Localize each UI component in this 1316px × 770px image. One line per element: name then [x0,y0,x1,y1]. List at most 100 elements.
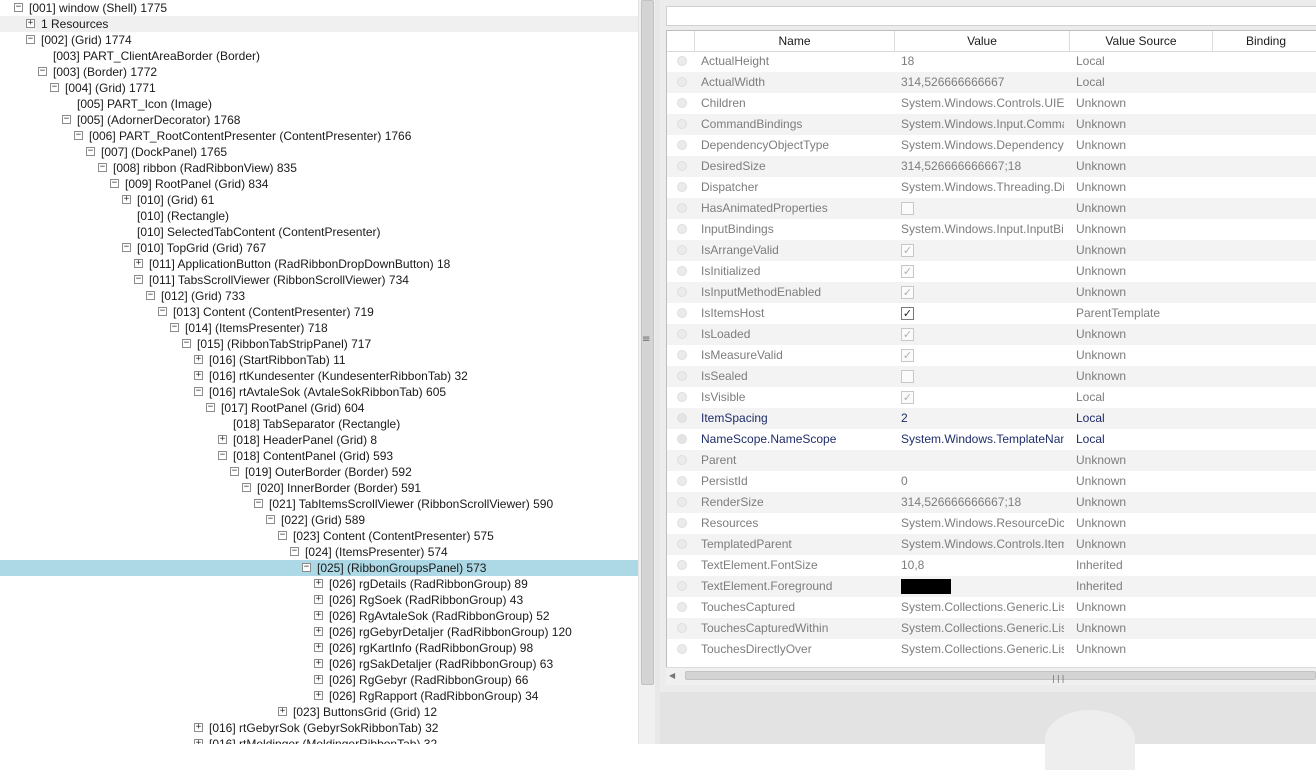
property-value[interactable]: System.Windows.Input.InputBir [901,219,1064,240]
property-row[interactable]: ActualWidth 314,526666666667 Local [667,72,1316,93]
grid-hscroll-thumb[interactable]: ||| [685,671,1316,683]
expand-icon[interactable]: + [134,259,143,268]
tree-node[interactable]: − [001] window (Shell) 1775 [0,0,638,16]
color-swatch[interactable] [901,579,951,594]
property-value[interactable]: System.Windows.TemplateNam [901,429,1064,450]
collapse-icon[interactable]: − [98,163,107,172]
tree-node[interactable]: [005] PART_Icon (Image) [0,96,638,112]
tree-node[interactable]: − [022] (Grid) 589 [0,512,638,528]
expand-icon[interactable]: + [314,595,323,604]
property-row[interactable]: IsMeasureValid ✓ Unknown [667,345,1316,366]
expand-icon[interactable]: + [314,691,323,700]
column-header-value-source[interactable]: Value Source [1070,31,1213,51]
column-header-binding[interactable]: Binding [1213,31,1316,51]
property-row[interactable]: Children System.Windows.Controls.UIEle Unk… [667,93,1316,114]
property-row[interactable]: IsInputMethodEnabled ✓ Unknown [667,282,1316,303]
expand-icon[interactable]: + [314,579,323,588]
tree-node[interactable]: + [023] ButtonsGrid (Grid) 12 [0,704,638,720]
tree-node[interactable]: + [026] RgRapport (RadRibbonGroup) 34 [0,688,638,704]
property-row[interactable]: TouchesDirectlyOver System.Collections.Ge… [667,639,1316,660]
collapse-icon[interactable]: − [170,323,179,332]
collapse-icon[interactable]: − [302,563,311,572]
property-value[interactable]: 18 [901,51,1064,72]
tree-node[interactable]: − [019] OuterBorder (Border) 592 [0,464,638,480]
tree-node[interactable]: − [015] (RibbonTabStripPanel) 717 [0,336,638,352]
collapse-icon[interactable]: − [218,451,227,460]
tree-node[interactable]: − [013] Content (ContentPresenter) 719 [0,304,638,320]
property-row[interactable]: DependencyObjectType System.Windows.Depen… [667,135,1316,156]
property-row[interactable]: ItemSpacing 2 Local [667,408,1316,429]
property-value[interactable]: System.Windows.DependencyO [901,135,1064,156]
tree-node[interactable]: − [016] rtAvtaleSok (AvtaleSokRibbonTab) … [0,384,638,400]
property-row[interactable]: HasAnimatedProperties Unknown [667,198,1316,219]
tree-node[interactable]: − [010] TopGrid (Grid) 767 [0,240,638,256]
expand-icon[interactable]: + [26,19,35,28]
property-row[interactable]: RenderSize 314,526666666667;18 Unknown [667,492,1316,513]
tree-node[interactable]: − [009] RootPanel (Grid) 834 [0,176,638,192]
property-value-checkbox[interactable]: ✓ [901,286,914,299]
tree-node[interactable]: − [007] (DockPanel) 1765 [0,144,638,160]
property-row[interactable]: Parent Unknown [667,450,1316,471]
tree-node[interactable]: − [002] (Grid) 1774 [0,32,638,48]
property-row[interactable]: IsSealed Unknown [667,366,1316,387]
collapse-icon[interactable]: − [290,547,299,556]
tree-node[interactable]: + [016] rtKundesenter (KundesenterRibbonT… [0,368,638,384]
expand-icon[interactable]: + [194,723,203,732]
expand-icon[interactable]: + [314,611,323,620]
collapse-icon[interactable]: − [266,515,275,524]
property-value[interactable]: 314,526666666667;18 [901,156,1064,177]
tree-node[interactable]: − [024] (ItemsPresenter) 574 [0,544,638,560]
property-value[interactable]: 0 [901,471,1064,492]
tree-node[interactable]: + [026] RgAvtaleSok (RadRibbonGroup) 52 [0,608,638,624]
tree-node[interactable]: +1 Resources [0,16,638,32]
property-row[interactable]: TouchesCaptured System.Collections.Generi… [667,597,1316,618]
visual-tree[interactable]: − [001] window (Shell) 1775 +1 Resources −[… [0,0,638,744]
expand-icon[interactable]: + [278,707,287,716]
expand-icon[interactable]: + [122,195,131,204]
tree-node[interactable]: − [005] (AdornerDecorator) 1768 [0,112,638,128]
property-row[interactable]: DesiredSize 314,526666666667;18 Unknown [667,156,1316,177]
tree-node[interactable]: + [026] RgGebyr (RadRibbonGroup) 66 [0,672,638,688]
collapse-icon[interactable]: − [278,531,287,540]
collapse-icon[interactable]: − [230,467,239,476]
collapse-icon[interactable]: − [242,483,251,492]
property-value[interactable]: 314,526666666667;18 [901,492,1064,513]
property-row[interactable]: TextElement.Foreground Inherited [667,576,1316,597]
property-value-checkbox[interactable]: ✓ [901,244,914,257]
property-row[interactable]: InputBindings System.Windows.Input.InputB… [667,219,1316,240]
property-row[interactable]: Dispatcher System.Windows.Threading.Dis Un… [667,177,1316,198]
collapse-icon[interactable]: − [110,179,119,188]
property-value-checkbox[interactable] [901,370,914,383]
tree-node[interactable]: + [010] (Grid) 61 [0,192,638,208]
tree-node[interactable]: − [014] (ItemsPresenter) 718 [0,320,638,336]
property-row[interactable]: IsLoaded ✓ Unknown [667,324,1316,345]
scroll-left-icon[interactable]: ◀ [669,671,675,680]
collapse-icon[interactable]: − [146,291,155,300]
tree-node[interactable]: − [018] ContentPanel (Grid) 593 [0,448,638,464]
tree-node[interactable]: − [008] ribbon (RadRibbonView) 835 [0,160,638,176]
property-value[interactable]: 314,526666666667 [901,72,1064,93]
expand-icon[interactable]: + [314,643,323,652]
splitter-grip-icon[interactable]: ≡ [642,334,650,346]
tree-node[interactable]: + [011] ApplicationButton (RadRibbonDropD… [0,256,638,272]
tree-node[interactable]: − [020] InnerBorder (Border) 591 [0,480,638,496]
tree-node[interactable]: − [021] TabItemsScrollViewer (RibbonScrol… [0,496,638,512]
property-value-checkbox[interactable]: ✓ [901,328,914,341]
column-header-value[interactable]: Value [895,31,1070,51]
collapse-icon[interactable]: − [134,275,143,284]
tree-node[interactable]: + [016] (StartRibbonTab) 11 [0,352,638,368]
tree-node[interactable]: + [026] RgSoek (RadRibbonGroup) 43 [0,592,638,608]
collapse-icon[interactable]: − [158,307,167,316]
property-row[interactable]: TouchesCapturedWithin System.Collections.… [667,618,1316,639]
property-value[interactable]: 2 [901,408,1064,429]
tree-node[interactable]: [003] PART_ClientAreaBorder (Border) [0,48,638,64]
tree-node[interactable]: + [026] rgKartInfo (RadRibbonGroup) 98 [0,640,638,656]
collapse-icon[interactable]: − [122,243,131,252]
expand-icon[interactable]: + [194,371,203,380]
property-value-checkbox[interactable]: ✓ [901,265,914,278]
collapse-icon[interactable]: − [38,67,47,76]
expand-icon[interactable]: + [194,739,203,744]
collapse-icon[interactable]: − [50,83,59,92]
property-row[interactable]: IsItemsHost ✓ ParentTemplate [667,303,1316,324]
tree-node[interactable]: − [004] (Grid) 1771 [0,80,638,96]
